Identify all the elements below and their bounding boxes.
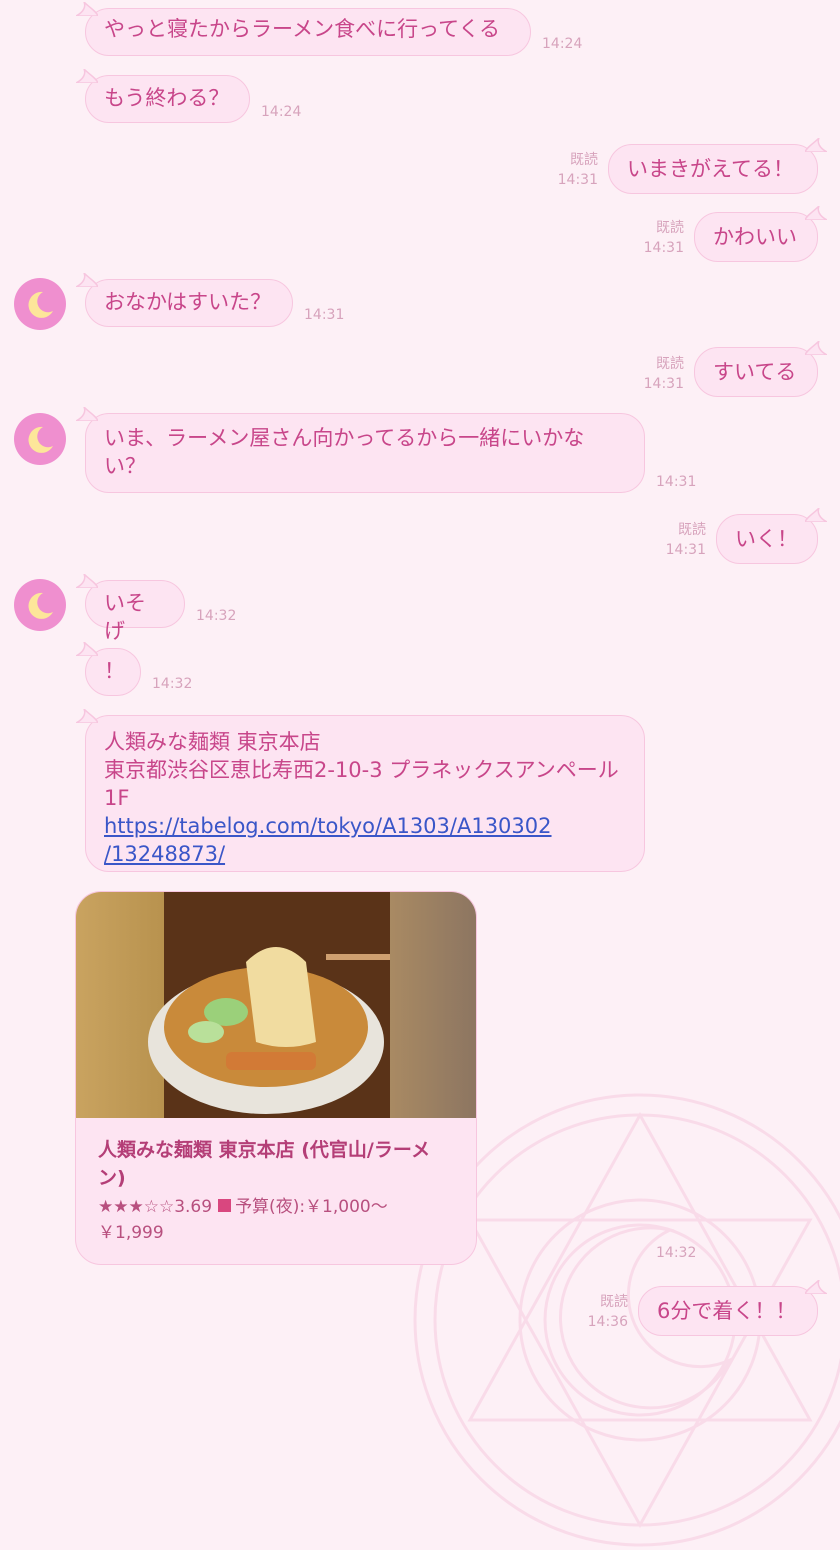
message-bubble[interactable]: やっと寝たからラーメン食べに行ってくる	[76, 2, 531, 56]
crescent-moon-icon	[28, 291, 53, 318]
tabelog-link[interactable]: https://tabelog.com/tokyo/A1303/A130302	[104, 812, 626, 840]
ramen-photo	[76, 892, 476, 1118]
message-bubble[interactable]: いく！	[716, 508, 827, 564]
read-receipt: 既読 14:31	[643, 220, 684, 256]
read-receipt: 既読 14:36	[587, 1294, 628, 1330]
card-meta: ★★★☆☆3.69 予算(夜):￥1,000～ ￥1,999	[98, 1194, 458, 1246]
bubble-tail	[76, 407, 98, 421]
bubble-tail	[805, 341, 827, 355]
message-bubble[interactable]: 6分で着く！！	[638, 1280, 827, 1336]
message-text: やっと寝たからラーメン食べに行ってくる	[104, 17, 501, 41]
shop-address-floor: 1F	[104, 786, 130, 810]
message-bubble[interactable]: いそげ	[76, 574, 185, 643]
message-text: い？	[104, 454, 146, 478]
message-text: 6分で着く！！	[657, 1299, 797, 1323]
message-text: いま、ラーメン屋さん向かってるから一緒にいかな	[104, 426, 585, 450]
message-bubble[interactable]: すいてる	[694, 341, 827, 397]
message-bubble[interactable]: ！	[76, 642, 141, 696]
read-receipt: 既読 14:31	[643, 356, 684, 392]
message-time: 14:24	[261, 104, 302, 120]
message-text: いまきがえてる！	[627, 157, 794, 181]
message-text: ！	[104, 659, 125, 683]
budget-square-icon	[218, 1199, 232, 1212]
message-bubble[interactable]: おなかはすいた？	[76, 273, 293, 327]
bubble-tail	[76, 273, 98, 287]
rating-value: 3.69	[174, 1197, 213, 1217]
bubble-tail	[805, 508, 827, 522]
message-text: いそげ	[104, 591, 146, 643]
bubble-tail	[805, 138, 827, 152]
avatar[interactable]	[14, 579, 66, 631]
link-preview-card[interactable]: 人類みな麺類 東京本店 (代官山/ラーメ ン) ★★★☆☆3.69 予算(夜):￥1…	[75, 891, 477, 1265]
bubble-tail	[76, 709, 98, 723]
message-time: 14:32	[656, 1245, 697, 1261]
message-time: 14:32	[152, 676, 193, 692]
message-text: いく！	[735, 527, 798, 551]
tabelog-link-cont[interactable]: /13248873/	[104, 840, 626, 868]
crescent-moon-icon	[28, 426, 53, 453]
crescent-moon-icon	[28, 592, 53, 619]
message-bubble[interactable]: いまきがえてる！	[608, 138, 827, 194]
message-bubble[interactable]: もう終わる？	[76, 69, 250, 123]
message-time: 14:31	[656, 474, 697, 490]
bubble-tail	[76, 574, 98, 588]
bubble-tail	[76, 2, 98, 16]
avatar[interactable]	[14, 413, 66, 465]
message-bubble[interactable]: 人類みな麺類 東京本店 東京都渋谷区恵比寿西2-10-3 プラネックスアンペール…	[76, 709, 645, 872]
bubble-tail	[805, 206, 827, 220]
message-bubble[interactable]: いま、ラーメン屋さん向かってるから一緒にいかな い？	[76, 407, 645, 493]
message-text: もう終わる？	[104, 86, 230, 110]
message-time: 14:24	[542, 36, 583, 52]
shop-name: 人類みな麺類 東京本店	[104, 730, 321, 754]
read-receipt: 既読 14:31	[665, 522, 706, 558]
bubble-tail	[805, 1280, 827, 1294]
message-text: すいてる	[713, 360, 797, 384]
avatar[interactable]	[14, 278, 66, 330]
message-time: 14:32	[196, 608, 237, 624]
read-receipt: 既読 14:31	[557, 152, 598, 188]
bubble-tail	[76, 642, 98, 656]
message-bubble[interactable]: かわいい	[694, 206, 827, 262]
message-time: 14:31	[304, 307, 345, 323]
rating-stars: ★★★☆☆	[98, 1197, 175, 1217]
bubble-tail	[76, 69, 98, 83]
ramen-bowl-image	[148, 892, 390, 1118]
budget: 予算(夜):￥1,000～	[235, 1197, 388, 1217]
budget-cont: ￥1,999	[98, 1223, 164, 1243]
message-text: おなかはすいた？	[104, 290, 272, 314]
card-title: 人類みな麺類 東京本店 (代官山/ラーメ ン)	[98, 1139, 431, 1189]
shop-address: 東京都渋谷区恵比寿西2-10-3 プラネックスアンペール	[104, 758, 619, 782]
message-text: かわいい	[713, 225, 797, 249]
